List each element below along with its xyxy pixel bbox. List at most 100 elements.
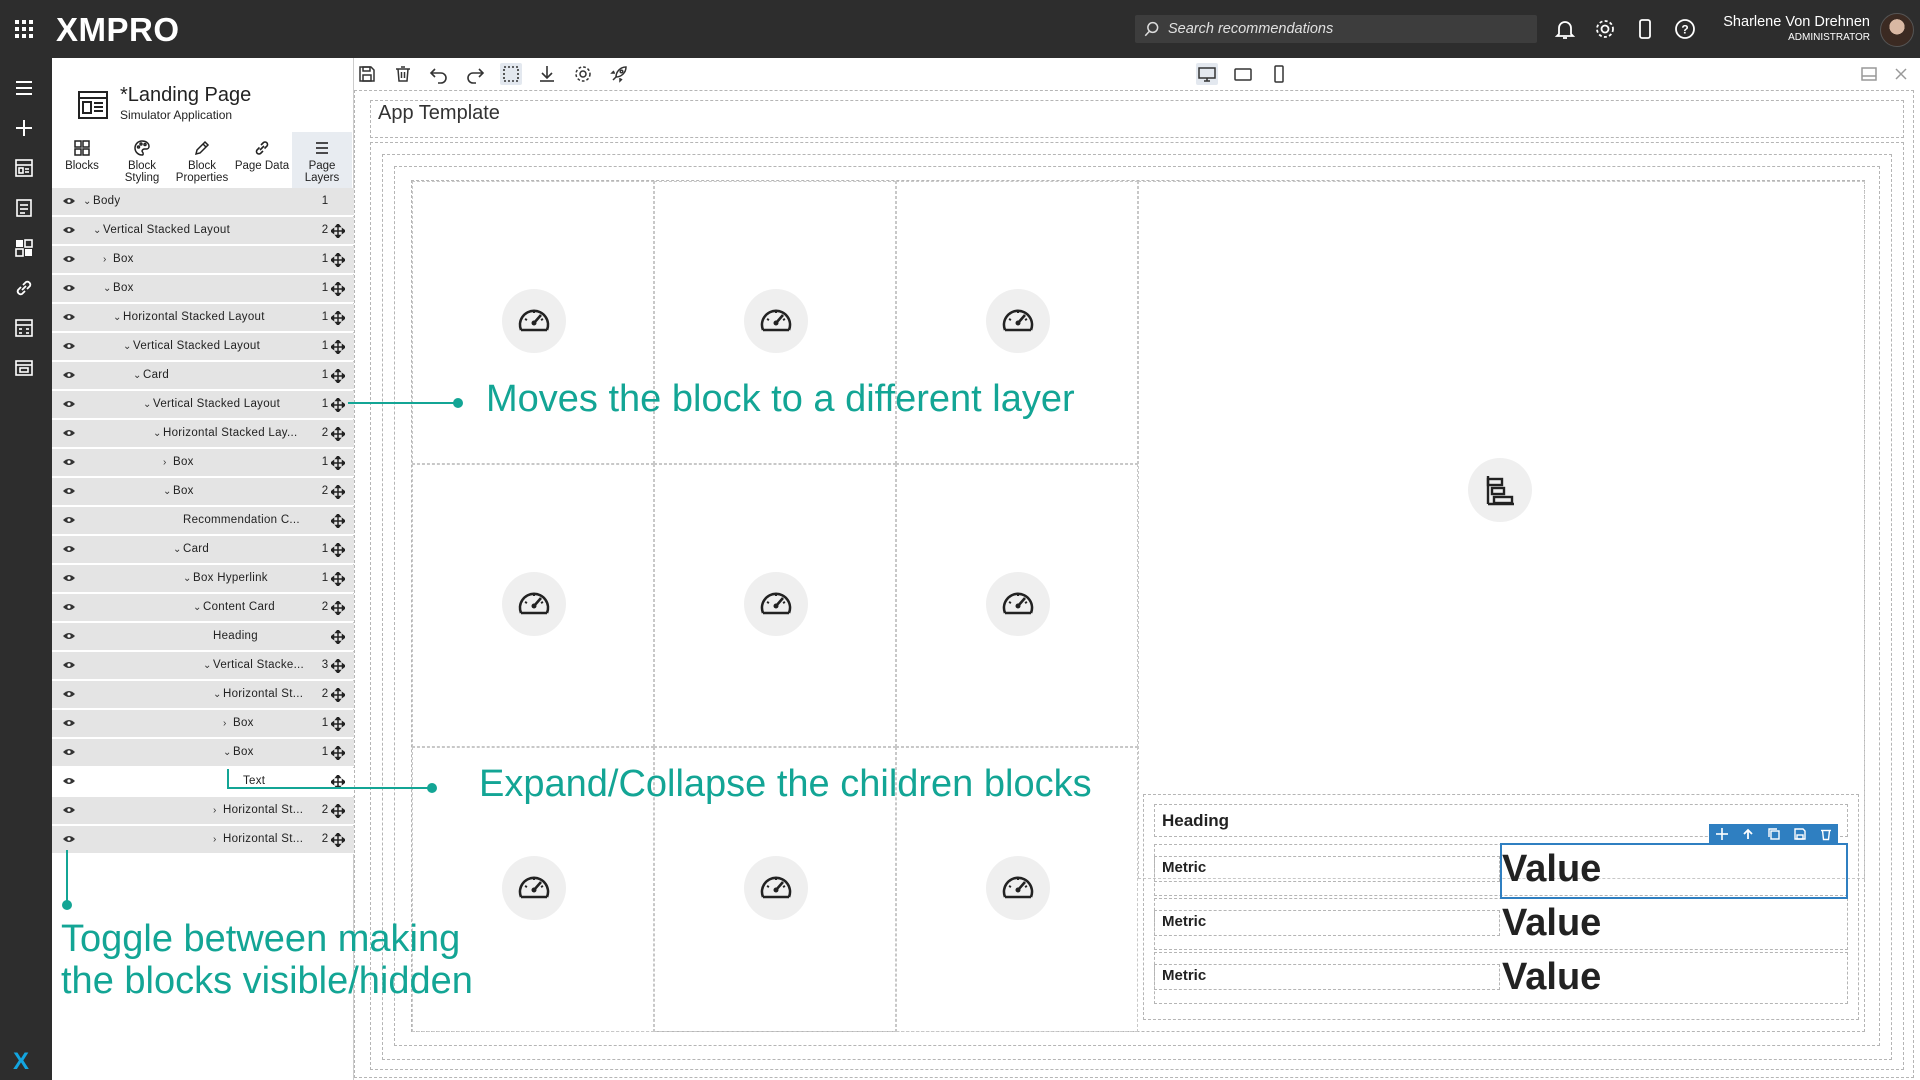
chevron-down-icon[interactable]: ⌄ [183,573,193,584]
eye-visibility-icon[interactable] [62,428,76,438]
chevron-down-icon[interactable]: ⌄ [83,196,93,207]
move-block-icon[interactable] [1715,827,1729,841]
layer-row[interactable]: Text [52,768,354,796]
metric-value[interactable]: Value [1502,902,1601,945]
move-layer-icon[interactable] [331,630,345,644]
eye-visibility-icon[interactable] [62,457,76,467]
gauge-block[interactable] [502,856,566,920]
chevron-down-icon[interactable]: ⌄ [93,225,103,236]
rocket-icon[interactable] [608,63,630,85]
duplicate-icon[interactable] [1767,827,1781,841]
gauge-block[interactable] [986,572,1050,636]
eye-visibility-icon[interactable] [62,689,76,699]
chevron-right-icon[interactable]: › [213,805,223,816]
layer-label[interactable]: Text [233,775,265,787]
eye-visibility-icon[interactable] [62,776,76,786]
layer-label[interactable]: ⌄Content Card [193,601,275,613]
eye-visibility-icon[interactable] [62,312,76,322]
layer-label[interactable]: ⌄Box [163,485,194,497]
delete-block-icon[interactable] [1819,827,1833,841]
move-layer-icon[interactable] [331,833,345,847]
maximize-icon[interactable] [1858,63,1880,85]
eye-visibility-icon[interactable] [62,225,76,235]
add-icon[interactable] [12,116,36,140]
layer-row[interactable]: ⌄Body 1 [52,188,354,216]
xmpro-x-logo[interactable]: X [13,1048,29,1076]
layer-row[interactable]: ⌄Box Hyperlink 1 [52,565,354,593]
chevron-down-icon[interactable]: ⌄ [123,341,133,352]
tablet-view-icon[interactable] [1232,63,1254,85]
gauge-block[interactable] [986,289,1050,353]
chevron-right-icon[interactable]: › [213,834,223,845]
move-layer-icon[interactable] [331,427,345,441]
dashboard-icon[interactable] [12,156,36,180]
layer-row[interactable]: › Box 1 [52,246,354,274]
chevron-down-icon[interactable]: ⌄ [193,602,203,613]
mobile-device-icon[interactable] [1633,17,1657,41]
bell-icon[interactable] [1553,17,1577,41]
move-layer-icon[interactable] [331,340,345,354]
move-layer-icon[interactable] [331,485,345,499]
undo-icon[interactable] [428,63,450,85]
metric-value[interactable]: Value [1502,956,1601,999]
layer-row[interactable]: › Box 1 [52,449,354,477]
metric-label[interactable]: Metric [1162,913,1206,930]
layer-row[interactable]: ⌄Card 1 [52,362,354,390]
search-box[interactable] [1135,15,1537,43]
delete-icon[interactable] [392,63,414,85]
page-canvas[interactable]: App Template Heading Metric Value Metric Va… [354,88,1920,1080]
layer-row[interactable]: › Box 1 [52,710,354,738]
layer-label[interactable]: ⌄Box [103,282,134,294]
move-layer-icon[interactable] [331,311,345,325]
layer-label[interactable]: ⌄Horizontal St... [213,688,303,700]
layer-row[interactable]: Heading [52,623,354,651]
metric-label[interactable]: Metric [1162,859,1206,876]
eye-visibility-icon[interactable] [62,515,76,525]
chevron-right-icon[interactable]: › [223,718,233,729]
layer-label[interactable]: › Horizontal St... [213,833,303,845]
avatar[interactable] [1880,13,1914,47]
layer-label[interactable]: ⌄Vertical Stacked Layout [93,224,230,236]
chevron-down-icon[interactable]: ⌄ [103,283,113,294]
chevron-down-icon[interactable]: ⌄ [173,544,183,555]
app-launcher-icon[interactable] [12,17,36,41]
gauge-block[interactable] [744,856,808,920]
gauge-block[interactable] [986,856,1050,920]
chevron-down-icon[interactable]: ⌄ [213,689,223,700]
layer-row[interactable]: ⌄Vertical Stacke... 3 [52,652,354,680]
move-layer-icon[interactable] [331,224,345,238]
layer-row[interactable]: ⌄Vertical Stacked Layout 2 [52,217,354,245]
layer-row[interactable]: ⌄Box 2 [52,478,354,506]
layer-label[interactable]: › Box [163,456,194,468]
move-layer-icon[interactable] [331,572,345,586]
eye-visibility-icon[interactable] [62,631,76,641]
layer-label[interactable]: ⌄Body [83,195,120,207]
layer-row[interactable]: Recommendation C... [52,507,354,535]
layer-label[interactable]: › Box [223,717,254,729]
move-layer-icon[interactable] [331,514,345,528]
layer-label[interactable]: ⌄Card [133,369,169,381]
gantt-chart-block[interactable] [1468,458,1532,522]
menu-icon[interactable] [12,76,36,100]
save-icon[interactable] [356,63,378,85]
eye-visibility-icon[interactable] [62,718,76,728]
layer-label[interactable]: ⌄Horizontal Stacked Lay... [153,427,298,439]
gauge-block[interactable] [744,289,808,353]
settings-icon[interactable] [572,63,594,85]
eye-visibility-icon[interactable] [62,747,76,757]
layer-row[interactable]: ⌄Horizontal Stacked Lay... 2 [52,420,354,448]
layer-row[interactable]: ⌄Content Card 2 [52,594,354,622]
desktop-view-icon[interactable] [1196,63,1218,85]
widgets-icon[interactable] [12,236,36,260]
move-layer-icon[interactable] [331,659,345,673]
eye-visibility-icon[interactable] [62,254,76,264]
chevron-down-icon[interactable]: ⌄ [143,399,153,410]
move-layer-icon[interactable] [331,717,345,731]
eye-visibility-icon[interactable] [62,602,76,612]
move-layer-icon[interactable] [331,253,345,267]
eye-visibility-icon[interactable] [62,341,76,351]
chevron-down-icon[interactable]: ⌄ [113,312,123,323]
link-icon[interactable] [12,276,36,300]
layer-row[interactable]: ⌄Vertical Stacked Layout 1 [52,333,354,361]
eye-visibility-icon[interactable] [62,283,76,293]
